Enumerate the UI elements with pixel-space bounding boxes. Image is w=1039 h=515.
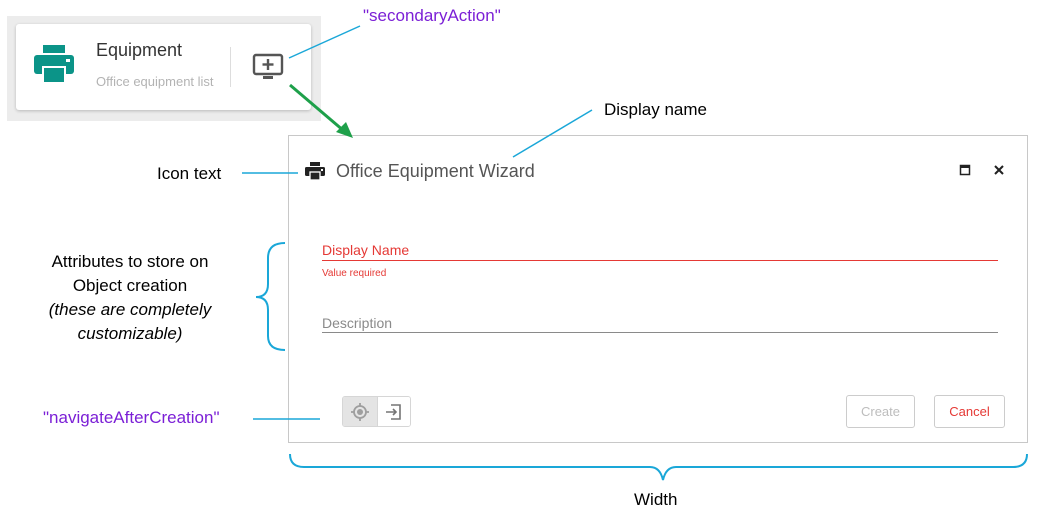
locate-option[interactable] — [343, 397, 377, 426]
monitor-add-icon[interactable] — [251, 52, 285, 82]
annotation-attributes-line1: Attributes to store on — [51, 252, 209, 271]
annotation-attributes: Attributes to store on Object creation (… — [30, 250, 230, 346]
tile-subtitle: Office equipment list — [96, 74, 214, 89]
annotation-icon-text: Icon text — [157, 164, 222, 183]
annotation-secondary-action: "secondaryAction" — [363, 6, 501, 25]
tile-divider — [230, 47, 231, 87]
enter-icon — [386, 403, 401, 420]
printer-icon — [34, 45, 74, 84]
display-name-underline — [322, 260, 998, 261]
description-underline — [322, 332, 998, 333]
display-name-field[interactable]: Display Name — [322, 242, 409, 258]
navigate-after-creation-toggle — [342, 396, 411, 427]
create-button[interactable]: Create — [846, 395, 915, 428]
dialog-title: Office Equipment Wizard — [336, 161, 535, 181]
tile-title: Equipment — [96, 40, 183, 60]
annotation-attributes-line2: Object creation — [72, 276, 188, 295]
display-name-error: Value required — [322, 268, 387, 279]
enter-option[interactable] — [377, 397, 410, 426]
annotation-attributes-line4: customizable) — [77, 324, 183, 343]
annotation-display-name: Display name — [604, 100, 707, 119]
annotation-width: Width — [634, 490, 678, 509]
annotation-navigate: "navigateAfterCreation" — [43, 408, 220, 427]
annotation-attributes-line3: (these are completely — [48, 300, 212, 319]
printer-icon — [305, 162, 325, 180]
close-icon[interactable] — [993, 164, 1005, 176]
locate-icon — [351, 402, 369, 421]
maximize-icon[interactable] — [959, 164, 971, 176]
description-field[interactable]: Description — [322, 315, 392, 331]
cancel-button[interactable]: Cancel — [934, 395, 1005, 428]
